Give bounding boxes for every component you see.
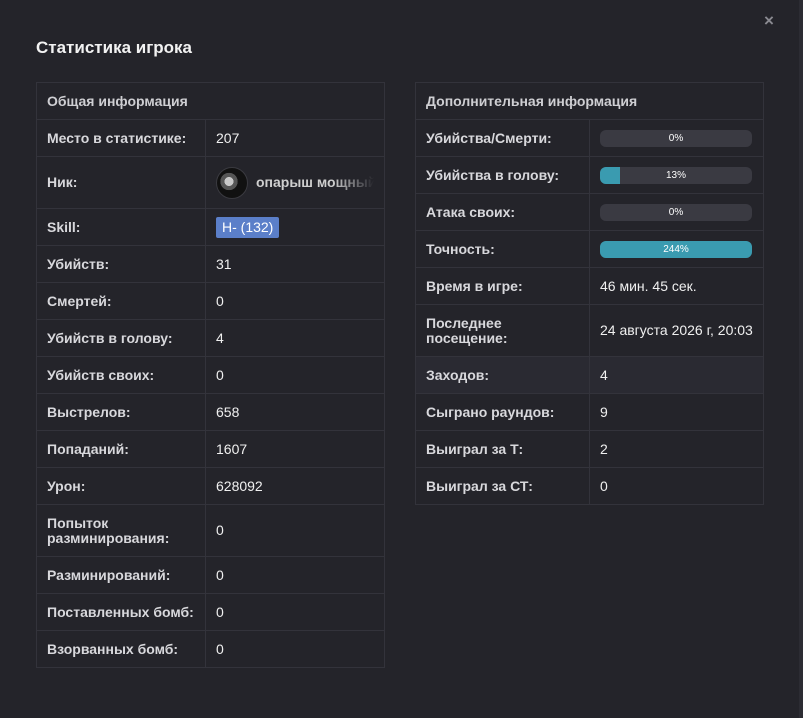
damage-value: 628092: [205, 467, 385, 505]
nick-value: опарыш мощный: [256, 175, 374, 190]
rank-label: Место в статистике:: [36, 119, 206, 157]
teamkills-value: 0: [205, 356, 385, 394]
headshot-rate-cell: 13%: [589, 156, 764, 194]
rank-value: 207: [205, 119, 385, 157]
player-stats-modal: × Статистика игрока Общая информация Мес…: [0, 0, 803, 718]
visits-value: 4: [589, 356, 764, 394]
shots-value: 658: [205, 393, 385, 431]
defuses-label: Разминирований:: [36, 556, 206, 594]
bombs-exploded-label: Взорванных бомб:: [36, 630, 206, 668]
table-row: Место в статистике: 207: [36, 119, 385, 157]
deaths-value: 0: [205, 282, 385, 320]
table-row: Выстрелов: 658: [36, 393, 385, 431]
accuracy-progress-bar: 244%: [600, 240, 752, 258]
table-row: Убийств в голову: 4: [36, 319, 385, 357]
headshots-label: Убийств в голову:: [36, 319, 206, 357]
accuracy-cell: 244%: [589, 230, 764, 268]
last-visit-value: 24 августа 2026 г, 20:03: [589, 304, 764, 357]
damage-label: Урон:: [36, 467, 206, 505]
kd-cell: 0%: [589, 119, 764, 157]
headshots-value: 4: [205, 319, 385, 357]
accuracy-label: Точность:: [415, 230, 590, 268]
table-row: Попыток разминирования: 0: [36, 504, 385, 557]
bombs-planted-label: Поставленных бомб:: [36, 593, 206, 631]
table-row: Убийства в голову: 13%: [415, 156, 764, 194]
visits-label: Заходов:: [415, 356, 590, 394]
table-row: Skill: H- (132): [36, 208, 385, 246]
extra-info-header: Дополнительная информация: [415, 82, 764, 120]
defuses-value: 0: [205, 556, 385, 594]
general-info-header: Общая информация: [36, 82, 385, 120]
extra-info-table: Дополнительная информация Убийства/Смерт…: [415, 82, 764, 505]
table-row: Последнее посещение: 24 августа 2026 г, …: [415, 304, 764, 357]
table-row: Точность: 244%: [415, 230, 764, 268]
skill-cell: H- (132): [205, 208, 385, 246]
kd-progress-text: 0%: [668, 132, 684, 144]
table-row: Урон: 628092: [36, 467, 385, 505]
table-row: Убийства/Смерти: 0%: [415, 119, 764, 157]
table-row: Ник: опарыш мощный: [36, 156, 385, 209]
nick-cell: опарыш мощный: [205, 156, 385, 209]
table-row: Разминирований: 0: [36, 556, 385, 594]
team-attack-progress-text: 0%: [668, 206, 684, 218]
headshot-progress-bar: 13%: [600, 166, 752, 184]
table-row: Время в игре: 46 мин. 45 сек.: [415, 267, 764, 305]
defuse-attempts-label: Попыток разминирования:: [36, 504, 206, 557]
defuse-attempts-value: 0: [205, 504, 385, 557]
table-row: Убийств своих: 0: [36, 356, 385, 394]
wins-ct-label: Выиграл за СТ:: [415, 467, 590, 505]
table-row: Взорванных бомб: 0: [36, 630, 385, 668]
playtime-label: Время в игре:: [415, 267, 590, 305]
table-row: Заходов: 4: [415, 356, 764, 394]
table-row: Смертей: 0: [36, 282, 385, 320]
playtime-value: 46 мин. 45 сек.: [589, 267, 764, 305]
teamkills-label: Убийств своих:: [36, 356, 206, 394]
team-attack-label: Атака своих:: [415, 193, 590, 231]
table-row: Поставленных бомб: 0: [36, 593, 385, 631]
table-row: Сыграно раундов: 9: [415, 393, 764, 431]
modal-title: Статистика игрока: [36, 38, 193, 57]
shots-label: Выстрелов:: [36, 393, 206, 431]
hits-value: 1607: [205, 430, 385, 468]
wins-ct-value: 0: [589, 467, 764, 505]
general-info-table: Общая информация Место в статистике: 207…: [36, 82, 385, 668]
bombs-exploded-value: 0: [205, 630, 385, 668]
kd-label: Убийства/Смерти:: [415, 119, 590, 157]
hits-label: Попаданий:: [36, 430, 206, 468]
nick-label: Ник:: [36, 156, 206, 209]
team-attack-cell: 0%: [589, 193, 764, 231]
deaths-label: Смертей:: [36, 282, 206, 320]
avatar-icon: [216, 166, 248, 199]
close-icon[interactable]: ×: [761, 12, 777, 30]
table-row: Убийств: 31: [36, 245, 385, 283]
skill-badge: H- (132): [216, 216, 280, 238]
kills-label: Убийств:: [36, 245, 206, 283]
table-row: Попаданий: 1607: [36, 430, 385, 468]
table-row: Атака своих: 0%: [415, 193, 764, 231]
wins-t-label: Выиграл за Т:: [415, 430, 590, 468]
table-row: Выиграл за Т: 2: [415, 430, 764, 468]
headshot-progress-text: 13%: [665, 169, 686, 181]
headshot-rate-label: Убийства в голову:: [415, 156, 590, 194]
last-visit-label: Последнее посещение:: [415, 304, 590, 357]
kills-value: 31: [205, 245, 385, 283]
wins-t-value: 2: [589, 430, 764, 468]
rounds-played-value: 9: [589, 393, 764, 431]
bombs-planted-value: 0: [205, 593, 385, 631]
rounds-played-label: Сыграно раундов:: [415, 393, 590, 431]
team-attack-progress-bar: 0%: [600, 203, 752, 221]
kd-progress-bar: 0%: [600, 129, 752, 147]
skill-label: Skill:: [36, 208, 206, 246]
accuracy-progress-text: 244%: [663, 243, 689, 255]
table-row: Выиграл за СТ: 0: [415, 467, 764, 505]
